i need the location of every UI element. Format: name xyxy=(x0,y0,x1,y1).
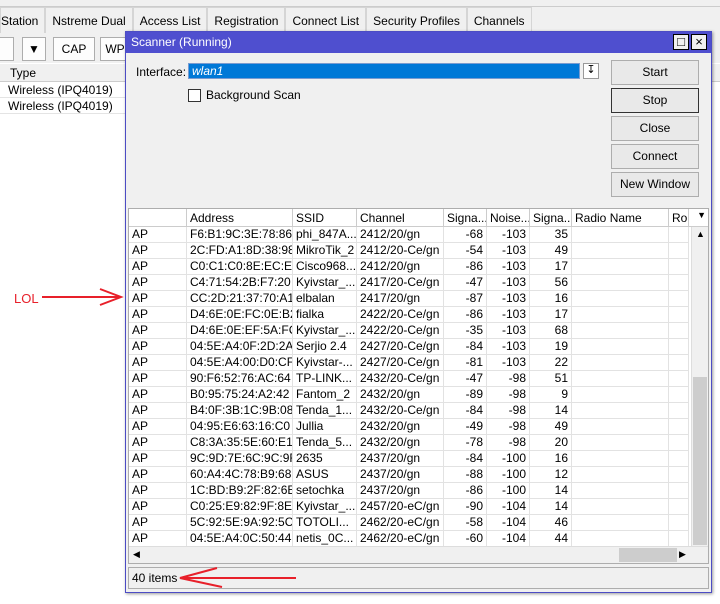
lol-annotation: LOL xyxy=(14,291,39,306)
red-arrow-icon xyxy=(42,288,124,306)
annotation-layer: LOL xyxy=(14,288,296,588)
red-arrow-icon xyxy=(179,567,296,588)
